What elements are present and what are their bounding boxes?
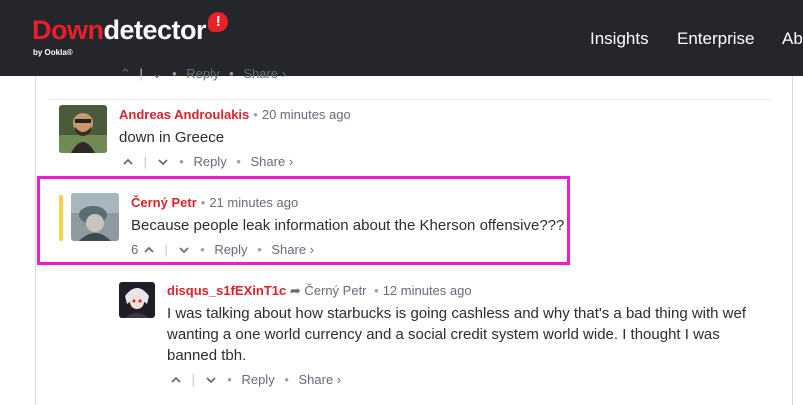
downvote-icon[interactable] xyxy=(204,373,218,387)
avatar[interactable] xyxy=(59,105,107,153)
share-link[interactable]: Share › xyxy=(251,154,294,169)
logo-subtitle: by Ookla® xyxy=(33,48,73,57)
share-link[interactable]: Share › xyxy=(299,372,342,387)
nav-insights[interactable]: Insights xyxy=(590,29,649,49)
previous-comment-actions: ⌃ | ⌄ • Reply • Share › xyxy=(120,66,286,81)
reply-arrow-icon: ➦ xyxy=(289,283,301,298)
nav-enterprise[interactable]: Enterprise xyxy=(677,29,754,49)
comment-text: I was talking about how starbucks is goi… xyxy=(167,305,747,364)
comment-text: Because people leak information about th… xyxy=(131,217,565,234)
upvote-icon[interactable] xyxy=(169,373,183,387)
comment-meta: Černý Petr • 21 minutes ago xyxy=(131,195,299,210)
reply-link[interactable]: Reply xyxy=(214,242,247,257)
share-link[interactable]: Share › xyxy=(271,242,314,257)
logo-alert-icon: ! xyxy=(208,12,229,32)
reply-link[interactable]: Reply xyxy=(186,66,219,81)
author-name[interactable]: Andreas Androulakis xyxy=(119,107,249,122)
comment-actions: | • Reply • Share › xyxy=(169,371,341,387)
comments-section: ⌃ | ⌄ • Reply • Share › Andreas Androula… xyxy=(0,66,803,405)
reply-link[interactable]: Reply xyxy=(241,372,274,387)
timestamp[interactable]: 20 minutes ago xyxy=(262,107,351,122)
vote-count: 6 xyxy=(131,242,139,258)
timestamp[interactable]: 21 minutes ago xyxy=(209,195,298,210)
comment-actions: | • Reply • Share › xyxy=(121,153,293,169)
divider xyxy=(50,99,770,100)
comment-actions: 6 | • Reply • Share › xyxy=(131,242,315,258)
downvote-icon[interactable] xyxy=(177,243,191,257)
downvote-icon[interactable]: ⌄ xyxy=(152,66,163,81)
upvote-icon[interactable]: ⌃ xyxy=(120,66,131,81)
upvote-icon[interactable] xyxy=(121,155,135,169)
author-name[interactable]: Černý Petr xyxy=(131,195,197,210)
reply-link[interactable]: Reply xyxy=(193,154,226,169)
comment-meta: disqus_s1fEXinT1c ➦ Černý Petr • 12 minut… xyxy=(167,283,472,298)
unread-indicator xyxy=(59,195,63,241)
upvote-icon[interactable] xyxy=(142,243,156,257)
thread-rule xyxy=(35,76,36,405)
downdetector-logo[interactable]: Downdetector ! by Ookla® xyxy=(32,12,229,57)
avatar[interactable] xyxy=(71,193,119,241)
in-reply-to[interactable]: ➦ Černý Petr xyxy=(290,283,370,298)
author-name[interactable]: disqus_s1fEXinT1c xyxy=(167,283,286,298)
comment-meta: Andreas Androulakis • 20 minutes ago xyxy=(119,107,351,122)
thread-rule xyxy=(792,76,793,405)
timestamp[interactable]: 12 minutes ago xyxy=(383,283,472,298)
downvote-icon[interactable] xyxy=(156,155,170,169)
site-header: Downdetector ! by Ookla® Insights Enterp… xyxy=(0,0,803,76)
share-link[interactable]: Share › xyxy=(243,66,286,81)
comment-text: down in Greece xyxy=(119,129,225,146)
avatar[interactable] xyxy=(119,282,155,318)
nav-about[interactable]: Abo xyxy=(782,29,803,49)
